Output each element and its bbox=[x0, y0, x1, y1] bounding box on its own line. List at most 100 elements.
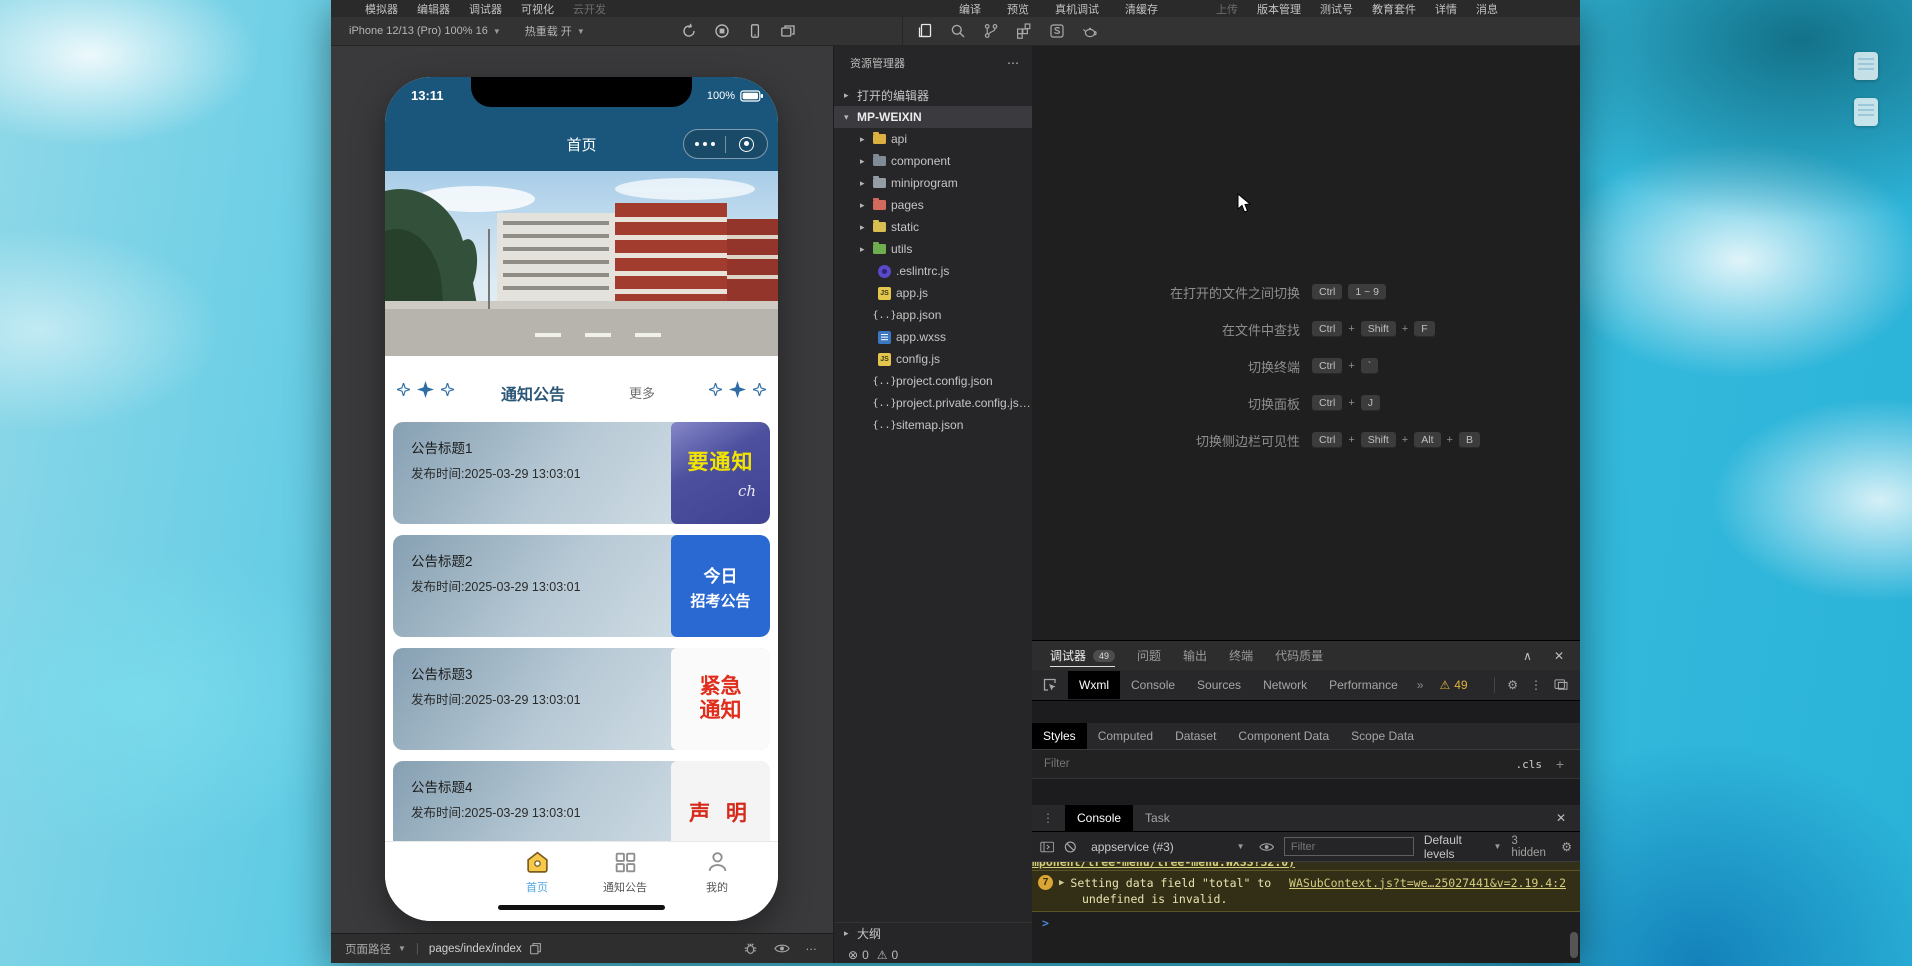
tab-console-sub[interactable]: Console bbox=[1065, 805, 1133, 831]
tree-file-config-js[interactable]: JSconfig.js bbox=[834, 348, 1033, 370]
tab-dataset[interactable]: Dataset bbox=[1164, 723, 1227, 749]
refresh-icon[interactable] bbox=[681, 23, 697, 39]
notice-card[interactable]: 公告标题3 发布时间:2025-03-29 13:03:01 紧急 通知 bbox=[393, 648, 770, 750]
styles-filter-input[interactable] bbox=[1032, 758, 1352, 770]
menu-editor[interactable]: 编辑器 bbox=[417, 1, 450, 17]
tab-terminal[interactable]: 终端 bbox=[1229, 647, 1253, 664]
tab-computed[interactable]: Computed bbox=[1087, 723, 1164, 749]
files-icon[interactable] bbox=[917, 23, 933, 39]
tree-file-project-config[interactable]: {..}project.config.json bbox=[834, 370, 1033, 392]
notice-card[interactable]: 公告标题1 发布时间:2025-03-29 13:03:01 要通知 ch bbox=[393, 422, 770, 524]
collapse-panel-button[interactable]: ∧ bbox=[1523, 649, 1532, 663]
devtools-settings-icon[interactable]: ⚙ bbox=[1507, 678, 1518, 692]
wxml-tree-pane[interactable] bbox=[1032, 701, 1580, 723]
tab-network[interactable]: Network bbox=[1252, 671, 1318, 699]
phone-icon[interactable] bbox=[747, 23, 763, 39]
compile-button[interactable]: 编译 bbox=[959, 1, 981, 17]
copy-icon[interactable] bbox=[529, 942, 542, 955]
tree-root-mp-weixin[interactable]: ▾MP-WEIXIN bbox=[834, 106, 1033, 128]
outline-section[interactable]: ▸大纲 bbox=[834, 922, 1033, 944]
dock-side-icon[interactable] bbox=[1554, 679, 1568, 691]
menu-visualization[interactable]: 可视化 bbox=[521, 1, 554, 17]
more-tabs-chevron[interactable]: » bbox=[1409, 678, 1432, 692]
tab-notices[interactable]: 通知公告 bbox=[580, 850, 670, 895]
close-panel-button[interactable]: ✕ bbox=[1554, 649, 1564, 663]
console-source-link[interactable]: WASubContext.js?t=we…25027441&v=2.19.4:2 bbox=[1289, 876, 1566, 890]
real-device-debug-button[interactable]: 真机调试 bbox=[1055, 1, 1099, 17]
notice-card[interactable]: 公告标题4 发布时间:2025-03-29 13:03:01 声 明 bbox=[393, 761, 770, 841]
tab-scope-data[interactable]: Scope Data bbox=[1340, 723, 1425, 749]
tab-debugger[interactable]: 调试器 49 bbox=[1050, 647, 1115, 667]
tree-file-app-js[interactable]: JSapp.js bbox=[834, 282, 1033, 304]
desktop-file-icon[interactable] bbox=[1854, 52, 1878, 80]
skyline-icon[interactable] bbox=[1049, 23, 1065, 39]
menu-simulator[interactable]: 模拟器 bbox=[365, 1, 398, 17]
styles-content-pane[interactable] bbox=[1032, 779, 1580, 805]
tab-performance[interactable]: Performance bbox=[1318, 671, 1409, 699]
tab-sources[interactable]: Sources bbox=[1186, 671, 1252, 699]
tab-home[interactable]: 首页 bbox=[492, 850, 582, 895]
teapot-icon[interactable] bbox=[1082, 23, 1098, 39]
tree-file-eslintrc[interactable]: .eslintrc.js bbox=[834, 260, 1033, 282]
eye-icon[interactable] bbox=[1259, 840, 1274, 854]
hot-reload-selector[interactable]: 热重载 开▼ bbox=[525, 23, 585, 39]
device-selector[interactable]: iPhone 12/13 (Pro) 100% 16▼ bbox=[349, 25, 501, 37]
console-filter-input[interactable] bbox=[1284, 837, 1414, 856]
search-icon[interactable] bbox=[950, 23, 966, 39]
tree-file-project-private-config[interactable]: {..}project.private.config.js… bbox=[834, 392, 1033, 414]
more-dots-icon[interactable] bbox=[684, 142, 725, 146]
clear-console-icon[interactable] bbox=[1064, 840, 1077, 854]
notice-card[interactable]: 公告标题2 发布时间:2025-03-29 13:03:01 今日 招考公告 bbox=[393, 535, 770, 637]
tab-code-quality[interactable]: 代码质量 bbox=[1275, 647, 1323, 664]
tree-file-app-json[interactable]: {..}app.json bbox=[834, 304, 1033, 326]
page-path-selector[interactable]: 页面路径 bbox=[345, 941, 391, 957]
edu-kit-button[interactable]: 教育套件 bbox=[1372, 1, 1416, 17]
clear-cache-button[interactable]: 清缓存 bbox=[1125, 1, 1158, 17]
bug-icon[interactable] bbox=[743, 941, 758, 956]
test-account-button[interactable]: 测试号 bbox=[1320, 1, 1353, 17]
tab-problems[interactable]: 问题 bbox=[1137, 647, 1161, 664]
tree-open-editors[interactable]: ▸打开的编辑器 bbox=[834, 84, 1033, 106]
notice-more-link[interactable]: 更多 bbox=[629, 383, 655, 402]
close-console-button[interactable]: ✕ bbox=[1556, 811, 1566, 825]
desktop-file-icon[interactable] bbox=[1854, 98, 1878, 126]
inspect-element-icon[interactable] bbox=[1042, 677, 1058, 693]
exit-target-icon[interactable] bbox=[726, 137, 767, 152]
tab-styles[interactable]: Styles bbox=[1032, 723, 1087, 749]
tab-task[interactable]: Task bbox=[1133, 805, 1182, 831]
expand-arrow-icon[interactable]: ▶ bbox=[1059, 878, 1064, 888]
menu-debugger[interactable]: 调试器 bbox=[469, 1, 502, 17]
console-scrollbar[interactable] bbox=[1570, 932, 1578, 958]
details-button[interactable]: 详情 bbox=[1435, 1, 1457, 17]
tab-console[interactable]: Console bbox=[1120, 671, 1186, 699]
tree-folder-api[interactable]: ▸api bbox=[834, 128, 1033, 150]
git-branch-icon[interactable] bbox=[983, 23, 999, 39]
version-manage-button[interactable]: 版本管理 bbox=[1257, 1, 1301, 17]
console-settings-icon[interactable]: ⚙ bbox=[1561, 840, 1572, 854]
console-warning-entry[interactable]: 7 ▶ Setting data field "total" to WASubC… bbox=[1032, 871, 1580, 912]
eye-icon[interactable] bbox=[774, 941, 790, 956]
log-levels-selector[interactable]: Default levels▼ bbox=[1424, 833, 1502, 861]
menu-cloud-dev[interactable]: 云开发 bbox=[573, 1, 606, 17]
drag-handle-icon[interactable]: ⋮ bbox=[1032, 811, 1065, 825]
tree-folder-pages[interactable]: ▸pages bbox=[834, 194, 1033, 216]
console-prompt[interactable]: > bbox=[1032, 912, 1580, 930]
devtools-menu-icon[interactable]: ⋮ bbox=[1530, 678, 1542, 692]
cls-button[interactable]: .cls bbox=[1516, 758, 1543, 771]
editor-area[interactable]: 在打开的文件之间切换 Ctrl1 ~ 9 在文件中查找 Ctrl+Shift+F… bbox=[1032, 46, 1580, 640]
tree-file-sitemap[interactable]: {..}sitemap.json bbox=[834, 414, 1033, 436]
multiwindow-icon[interactable] bbox=[780, 23, 796, 39]
messages-button[interactable]: 消息 bbox=[1476, 1, 1498, 17]
add-style-button[interactable]: + bbox=[1556, 756, 1564, 772]
warnings-badge[interactable]: ⚠ 49 bbox=[1431, 678, 1475, 692]
tab-component-data[interactable]: Component Data bbox=[1227, 723, 1340, 749]
console-clipped-line[interactable]: mponent/tree-menu/tree-menu.WXSS?32:0) bbox=[1032, 862, 1580, 871]
tree-folder-static[interactable]: ▸static bbox=[834, 216, 1033, 238]
more-actions-button[interactable]: ⋯ bbox=[806, 942, 818, 956]
tree-file-app-wxss[interactable]: app.wxss bbox=[834, 326, 1033, 348]
tab-wxml[interactable]: Wxml bbox=[1068, 671, 1120, 699]
upload-button[interactable]: 上传 bbox=[1216, 1, 1238, 17]
record-icon[interactable] bbox=[714, 23, 730, 39]
tab-profile[interactable]: 我的 bbox=[672, 850, 762, 895]
preview-button[interactable]: 预览 bbox=[1007, 1, 1029, 17]
